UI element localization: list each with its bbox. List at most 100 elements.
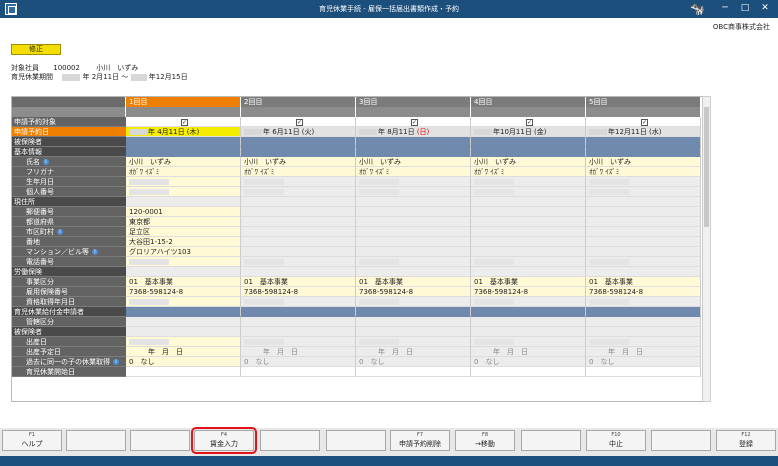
fkey-8-button[interactable]: F8 →移動 xyxy=(455,430,515,451)
cell-acquired_date-1 xyxy=(126,297,241,307)
cell-name-4[interactable]: 小川 いずみ xyxy=(471,157,586,167)
cell-reserve_target-4[interactable]: ✓ xyxy=(471,117,586,127)
minimize-icon[interactable]: ─ xyxy=(716,1,734,16)
cell-reserve_target-3[interactable]: ✓ xyxy=(356,117,471,127)
column-header-3[interactable]: 3回目 xyxy=(356,97,470,107)
cell-insured2-4 xyxy=(471,327,586,337)
cell-furigana-5[interactable]: ｵｶﾞﾜ ｲｽﾞﾐ xyxy=(586,167,701,177)
row-label-text: 被保険者 xyxy=(14,138,42,146)
reserve-checkbox[interactable]: ✓ xyxy=(526,119,533,126)
cell-postal-2 xyxy=(241,207,356,217)
cell-benefit_section-4 xyxy=(471,307,586,317)
cell-personal_no-2 xyxy=(241,187,356,197)
cell-reserve_target-5[interactable]: ✓ xyxy=(586,117,701,127)
row-label-labor_section: 労働保険 xyxy=(12,267,126,277)
cell-reserve_date-3[interactable]: 年 8月11日 (日) xyxy=(356,127,471,137)
reserve-checkbox[interactable]: ✓ xyxy=(641,119,648,126)
cell-office_class-1[interactable]: 01 基本事業 xyxy=(126,277,241,287)
period-start: 年 2月11日 ～ xyxy=(82,73,129,81)
info-icon[interactable]: i xyxy=(43,159,49,165)
fkey-10-button[interactable]: F10 中止 xyxy=(586,430,646,451)
cell-name-5[interactable]: 小川 いずみ xyxy=(586,157,701,167)
cell-furigana-3[interactable]: ｵｶﾞﾜ ｲｽﾞﾐ xyxy=(356,167,471,177)
cell-furigana-2[interactable]: ｵｶﾞﾜ ｲｽﾞﾐ xyxy=(241,167,356,177)
column-header-4[interactable]: 4回目 xyxy=(471,97,585,107)
cell-personal_no-3 xyxy=(356,187,471,197)
vertical-scrollbar[interactable] xyxy=(702,96,711,402)
fkey-11-button[interactable] xyxy=(651,430,711,451)
cell-reserve_date-4[interactable]: 年10月11日 (金) xyxy=(471,127,586,137)
cell-building-1[interactable]: グロリアハイツ103 xyxy=(126,247,241,257)
cell-employment_no-2[interactable]: 7368-598124-8 xyxy=(241,287,356,297)
column-header-1[interactable]: 1回目 xyxy=(126,97,240,107)
cell-employment_no-3[interactable]: 7368-598124-8 xyxy=(356,287,471,297)
window-title: 育児休業手続 - 雇保一括届出書類作成・予約 xyxy=(319,5,459,13)
cell-due_date-5: 年 月 日 xyxy=(586,347,701,357)
cell-birthdate-4 xyxy=(471,177,586,187)
cell-office_class-4[interactable]: 01 基本事業 xyxy=(471,277,586,287)
cell-furigana-4[interactable]: ｵｶﾞﾜ ｲｽﾞﾐ xyxy=(471,167,586,177)
fkey-7-button[interactable]: F7 申請予約削除 xyxy=(390,430,450,451)
fkey-2-button[interactable] xyxy=(66,430,126,451)
close-icon[interactable]: ✕ xyxy=(756,1,774,16)
fkey-6-button[interactable] xyxy=(326,430,386,451)
cell-office_class-5[interactable]: 01 基本事業 xyxy=(586,277,701,287)
cell-employment_no-4[interactable]: 7368-598124-8 xyxy=(471,287,586,297)
fkey-4-button[interactable]: F4 賃金入力 xyxy=(191,427,257,454)
fkey-1-button[interactable]: F1 ヘルプ xyxy=(2,430,62,451)
reserve-checkbox[interactable]: ✓ xyxy=(181,119,188,126)
cell-due_date-1[interactable]: 年 月 日 xyxy=(126,347,241,357)
cell-office_class-2[interactable]: 01 基本事業 xyxy=(241,277,356,287)
cell-reserve_target-1[interactable]: ✓ xyxy=(126,117,241,127)
cell-reserve_date-1[interactable]: 年 4月11日 (木) xyxy=(126,127,241,137)
info-icon[interactable]: i xyxy=(92,249,98,255)
row-label-city: 市区町村 i xyxy=(12,227,126,237)
fkey-3-button[interactable] xyxy=(130,430,190,451)
cell-postal-1[interactable]: 120-0001 xyxy=(126,207,241,217)
row-label-birth_date: 出産日 xyxy=(12,337,126,347)
info-icon[interactable]: i xyxy=(113,359,119,365)
fkey-label: ヘルプ xyxy=(21,440,43,448)
cell-past_leave-5: 0 なし xyxy=(586,357,701,367)
cell-prefecture-5 xyxy=(586,217,701,227)
cell-employment_no-1[interactable]: 7368-598124-8 xyxy=(126,287,241,297)
reserve-checkbox[interactable]: ✓ xyxy=(411,119,418,126)
scroll-thumb[interactable] xyxy=(704,107,709,227)
row-label-text: 生年月日 xyxy=(26,178,54,186)
period-end: 年12月15日 xyxy=(148,73,188,81)
column-header-2[interactable]: 2回目 xyxy=(241,97,355,107)
cell-name-1[interactable]: 小川 いずみ xyxy=(126,157,241,167)
cell-insured-1 xyxy=(126,137,241,147)
fkey-code: F1 xyxy=(28,432,36,438)
cell-name-2[interactable]: 小川 いずみ xyxy=(241,157,356,167)
cell-leave_start-3 xyxy=(356,367,471,377)
column-subheader-3 xyxy=(356,107,470,117)
cell-furigana-1[interactable]: ｵｶﾞﾜ ｲｽﾞﾐ xyxy=(126,167,241,177)
cell-birth_date-4 xyxy=(471,337,586,347)
maximize-icon[interactable]: □ xyxy=(736,1,754,16)
cell-city-1[interactable]: 足立区 xyxy=(126,227,241,237)
cell-name-3[interactable]: 小川 いずみ xyxy=(356,157,471,167)
fkey-5-button[interactable] xyxy=(260,430,320,451)
cell-employment_no-5[interactable]: 7368-598124-8 xyxy=(586,287,701,297)
row-label-due_date: 出産予定日 xyxy=(12,347,126,357)
cell-city-5 xyxy=(586,227,701,237)
cell-prefecture-1[interactable]: 東京都 xyxy=(126,217,241,227)
column-header-5[interactable]: 5回目 xyxy=(586,97,700,107)
cell-address_section-3 xyxy=(356,197,471,207)
cell-reserve_date-2[interactable]: 年 6月11日 (火) xyxy=(241,127,356,137)
cell-past_leave-1[interactable]: 0 なし xyxy=(126,357,241,367)
cell-street-1[interactable]: 大谷田1-15-2 xyxy=(126,237,241,247)
info-icon[interactable]: i xyxy=(57,229,63,235)
cell-insured2-3 xyxy=(356,327,471,337)
period-label: 育児休業期間 xyxy=(11,73,53,81)
cell-city-2 xyxy=(241,227,356,237)
cell-reserve_date-5[interactable]: 年12月11日 (水) xyxy=(586,127,701,137)
reserve-checkbox[interactable]: ✓ xyxy=(296,119,303,126)
cell-building-4 xyxy=(471,247,586,257)
fkey-12-button[interactable]: F12 登録 xyxy=(716,430,776,451)
cell-postal-3 xyxy=(356,207,471,217)
cell-reserve_target-2[interactable]: ✓ xyxy=(241,117,356,127)
fkey-9-button[interactable] xyxy=(521,430,581,451)
cell-office_class-3[interactable]: 01 基本事業 xyxy=(356,277,471,287)
